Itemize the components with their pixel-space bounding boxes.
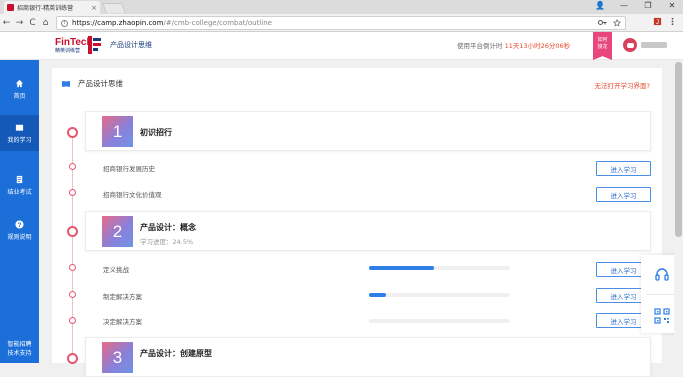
avatar[interactable]	[623, 38, 637, 52]
new-tab-button[interactable]	[102, 3, 126, 13]
sidebar: 首页 我的学习 结业考试 ? 规则说明 智能招聘 技术支持	[0, 60, 39, 363]
extension-icon[interactable]: J	[653, 17, 662, 26]
toolbar-divider	[647, 294, 677, 295]
lesson-label: 招商银行发展历史	[103, 165, 155, 173]
outline-title: 产品设计思维	[78, 79, 123, 88]
sidebar-item-home[interactable]: 首页	[0, 71, 39, 107]
timeline-lesson-dot	[69, 264, 76, 271]
stage-title: 产品设计：创建原型	[140, 349, 212, 358]
open-book-icon	[62, 81, 70, 87]
stage-progress-text: 学习进度：24.5%	[140, 238, 194, 246]
page-header: FinTech 精英训练营 产品设计思维 使用平台倒计时 11天13小时26分0…	[0, 32, 683, 60]
timeline-stage-dot	[67, 353, 78, 364]
address-toolbar: ← → C ⌂ i https://camp.zhaopin.com/#/cmb…	[0, 14, 683, 32]
lesson-label: 制定解决方案	[103, 293, 142, 301]
scroll-thumb[interactable]	[675, 62, 682, 237]
lesson-label: 定义挑战	[103, 266, 129, 274]
tech-support-note: 智能招聘 技术支持	[7, 341, 32, 357]
stage-number: 1	[102, 116, 133, 147]
favicon-icon	[7, 4, 14, 11]
headset-icon[interactable]	[654, 266, 670, 282]
reload-button[interactable]: C	[26, 18, 39, 28]
stage-card-3[interactable]: 3 产品设计：创建原型	[85, 337, 651, 377]
header-course-title: 产品设计思维	[110, 41, 152, 49]
stage-number: 3	[102, 342, 133, 373]
url-bar[interactable]: i https://camp.zhaopin.com/#/cmb-college…	[56, 16, 626, 30]
tab-close-icon[interactable]: ×	[91, 4, 97, 12]
tab-title: 招商银行-精英训练营	[17, 5, 74, 12]
timeline-lesson-dot	[69, 163, 76, 170]
qr-code-icon[interactable]	[654, 308, 670, 324]
svg-text:J: J	[656, 19, 659, 26]
menu-kebab-icon[interactable]	[668, 17, 677, 26]
course-outline-panel: 产品设计思维 无法打开学习界面? 1 初识招行 招商银行发展历史 进入学习 招商…	[52, 68, 662, 377]
url-text: https://camp.zhaopin.com/#/cmb-college/c…	[72, 19, 272, 27]
enter-learning-button[interactable]: 进入学习	[596, 161, 651, 176]
sidebar-item-rules[interactable]: ? 规则说明	[0, 212, 39, 248]
home-button[interactable]: ⌂	[39, 18, 52, 28]
countdown: 使用平台倒计时 11天13小时26分06秒	[457, 42, 571, 50]
lesson-progress-bar	[369, 293, 510, 297]
window-controls: 👤 — ❐ ✕	[593, 1, 679, 10]
book-icon	[15, 124, 24, 131]
back-button[interactable]: ←	[0, 18, 13, 28]
stage-card-2[interactable]: 2 产品设计：概念 学习进度：24.5%	[85, 211, 651, 251]
svg-text:?: ?	[18, 221, 22, 228]
timeline-stage-dot	[67, 127, 78, 138]
stage-title: 初识招行	[140, 128, 172, 137]
progress-fill	[369, 266, 434, 270]
help-ribbon[interactable]: 如何 接龙	[593, 32, 612, 60]
cmb-badge-icon	[88, 36, 101, 54]
home-icon	[15, 79, 24, 87]
lesson-progress-bar	[369, 266, 510, 270]
stage-card-1[interactable]: 1 初识招行	[85, 111, 651, 151]
timeline-lesson-dot	[69, 317, 76, 324]
lesson-progress-bar	[369, 319, 510, 323]
bookmark-star-icon[interactable]	[613, 19, 621, 27]
sidebar-item-my-learning[interactable]: 我的学习	[0, 115, 39, 151]
timeline-lesson-dot	[69, 189, 76, 196]
close-window-button[interactable]: ✕	[665, 1, 679, 10]
cannot-open-link[interactable]: 无法打开学习界面?	[595, 80, 650, 90]
user-face-icon	[626, 42, 634, 48]
maximize-button[interactable]: ❐	[641, 1, 655, 10]
lesson-label: 决定解决方案	[103, 318, 142, 326]
browser-tab[interactable]: 招商银行-精英训练营 ×	[4, 1, 100, 14]
exam-icon	[16, 175, 23, 183]
stage-title: 产品设计：概念	[140, 223, 196, 232]
key-icon[interactable]	[598, 19, 607, 26]
question-icon: ?	[15, 219, 24, 228]
minimize-button[interactable]: —	[617, 1, 631, 10]
username-redacted[interactable]	[641, 42, 667, 48]
profile-icon[interactable]: 👤	[593, 1, 607, 10]
site-info-icon[interactable]: i	[61, 19, 68, 27]
sidebar-item-final-exam[interactable]: 结业考试	[0, 167, 39, 203]
lesson-label: 招商银行文化价值观	[103, 191, 162, 199]
browser-tab-bar: 招商银行-精英训练营 × 👤 — ❐ ✕	[0, 0, 683, 14]
page-scrollbar[interactable]	[674, 60, 683, 363]
timeline-lesson-dot	[69, 291, 76, 298]
enter-learning-button[interactable]: 进入学习	[596, 187, 651, 202]
stage-number: 2	[102, 216, 133, 247]
fintech-logo[interactable]: FinTech 精英训练营	[55, 37, 93, 54]
forward-button[interactable]: →	[13, 18, 26, 28]
progress-fill	[369, 293, 386, 297]
timeline-stage-dot	[67, 226, 78, 237]
